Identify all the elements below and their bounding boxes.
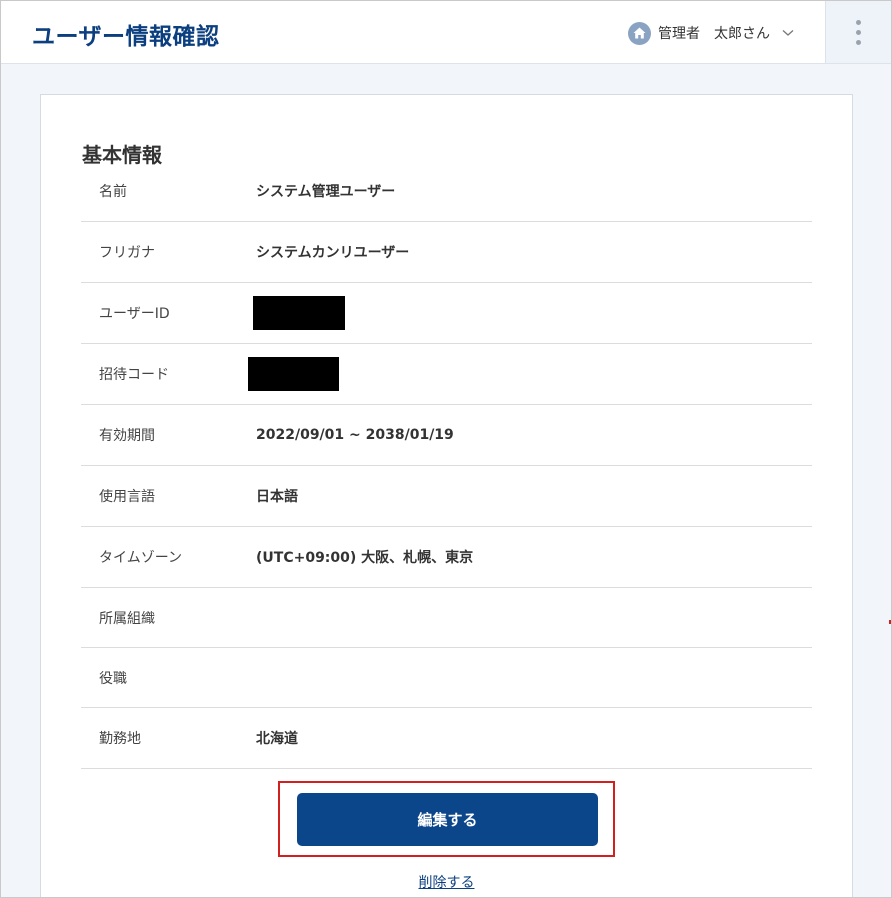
redacted-user-id bbox=[253, 296, 345, 330]
chevron-down-icon bbox=[782, 29, 794, 37]
info-row-position: 役職 bbox=[81, 648, 812, 708]
kebab-menu-icon bbox=[856, 19, 861, 45]
row-value: 2022/09/01 ~ 2038/01/19 bbox=[256, 427, 454, 443]
info-row-name: 名前 システム管理ユーザー bbox=[81, 161, 812, 222]
more-menu-button[interactable] bbox=[825, 1, 891, 63]
info-row-user-id: ユーザーID bbox=[81, 283, 812, 344]
row-label: 招待コード bbox=[99, 367, 169, 383]
row-label: フリガナ bbox=[99, 245, 155, 261]
info-row-valid-period: 有効期間 2022/09/01 ~ 2038/01/19 bbox=[81, 405, 812, 466]
info-row-furigana: フリガナ システムカンリユーザー bbox=[81, 222, 812, 283]
app-header: ユーザー情報確認 管理者 太郎さん bbox=[1, 1, 891, 64]
info-row-timezone: タイムゾーン (UTC+09:00) 大阪、札幌、東京 bbox=[81, 527, 812, 588]
row-value: 日本語 bbox=[256, 489, 298, 505]
row-label: 名前 bbox=[99, 184, 127, 200]
user-menu[interactable]: 管理者 太郎さん bbox=[628, 20, 794, 46]
user-info-card: 基本情報 名前 システム管理ユーザー フリガナ システムカンリユーザー ユーザー… bbox=[40, 94, 853, 897]
row-label: タイムゾーン bbox=[99, 550, 183, 566]
row-label: 役職 bbox=[99, 670, 127, 687]
home-icon bbox=[628, 21, 651, 45]
edge-marker bbox=[889, 620, 891, 624]
row-label: 所属組織 bbox=[99, 610, 155, 627]
row-label: 使用言語 bbox=[99, 489, 155, 505]
info-row-organization: 所属組織 bbox=[81, 588, 812, 648]
info-row-invite-code: 招待コード bbox=[81, 344, 812, 405]
row-label: 有効期間 bbox=[99, 428, 155, 444]
edit-button[interactable]: 編集する bbox=[297, 793, 598, 846]
app-window: ユーザー情報確認 管理者 太郎さん 基本情報 名前 システム管理ユーザー フリガ… bbox=[0, 0, 892, 898]
row-value: (UTC+09:00) 大阪、札幌、東京 bbox=[256, 550, 474, 566]
info-row-language: 使用言語 日本語 bbox=[81, 466, 812, 527]
user-name: 太郎さん bbox=[714, 26, 770, 42]
row-label: ユーザーID bbox=[99, 306, 170, 322]
row-value: システム管理ユーザー bbox=[256, 184, 396, 200]
info-list: 名前 システム管理ユーザー フリガナ システムカンリユーザー ユーザーID 招待… bbox=[81, 161, 812, 769]
row-value: 北海道 bbox=[256, 731, 298, 747]
delete-link[interactable]: 削除する bbox=[41, 872, 852, 892]
user-role: 管理者 bbox=[658, 26, 700, 42]
info-row-workplace: 勤務地 北海道 bbox=[81, 708, 812, 769]
redacted-invite-code bbox=[248, 357, 339, 391]
row-label: 勤務地 bbox=[99, 731, 141, 747]
page-title: ユーザー情報確認 bbox=[32, 24, 220, 50]
row-value: システムカンリユーザー bbox=[256, 245, 410, 261]
